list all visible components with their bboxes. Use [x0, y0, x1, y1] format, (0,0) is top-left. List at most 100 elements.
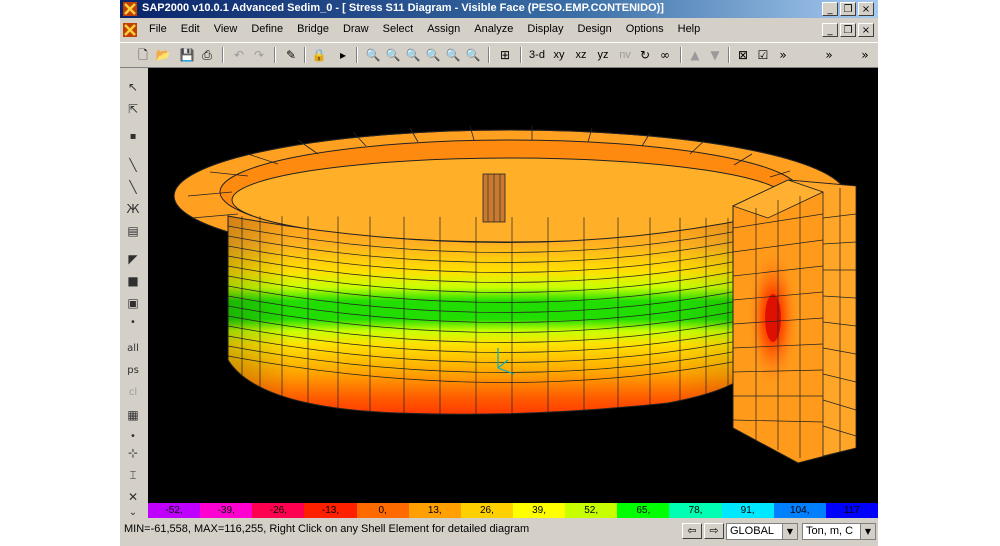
draw-poly-area-icon[interactable]: ◤: [124, 250, 142, 268]
toolbar-overflow-right-icon[interactable]: »: [820, 46, 838, 64]
next-arrow-button[interactable]: ⇨: [704, 523, 724, 539]
save-icon[interactable]: 💾: [178, 46, 196, 64]
pointer-icon[interactable]: ↖: [124, 78, 142, 96]
perspective-icon[interactable]: ∞: [656, 46, 674, 64]
stress-color-legend: -52, -39, -26, -13, 0, 13, 26, 39, 52, 65, 78, 91, 1…: [148, 503, 878, 518]
coordinate-system-value: GLOBAL: [730, 525, 775, 537]
view-nv-button[interactable]: nv: [614, 46, 636, 64]
new-file-icon[interactable]: 🗋: [134, 46, 152, 64]
reshape-pointer-icon[interactable]: ⇱: [124, 100, 142, 118]
view-3d-button[interactable]: 3-d: [526, 46, 548, 64]
object-shrink-icon[interactable]: ⊠: [734, 46, 752, 64]
main-toolbar: 🗋 📂 💾 ⎙ ↶ ↷ ✎ 🔒 ▸ 🔍 🔍 🔍 🔍 🔍 🔍 ⊞ 3-d xy x…: [120, 42, 878, 68]
view-xy-button[interactable]: xy: [548, 46, 570, 64]
zoom-in-icon[interactable]: 🔍: [404, 46, 422, 64]
redo-icon[interactable]: ↷: [250, 46, 268, 64]
restore-button[interactable]: ❐: [840, 2, 856, 16]
left-toolbar: ↖ ⇱ ▪ ╲ ╲ Ж ▤ ◤ ■ ▣ • all ps cl ▦ • ⊹ ⌶ …: [120, 68, 146, 518]
chevron-down-icon[interactable]: ▼: [782, 524, 797, 539]
draw-frame-icon[interactable]: ╲: [124, 156, 142, 174]
stress-diagram-canvas: [173, 125, 857, 464]
status-bar: MIN=-61,558, MAX=116,255, Right Click on…: [120, 520, 878, 544]
legend-segment: 26,: [460, 503, 513, 518]
previous-selection-icon[interactable]: ps: [124, 362, 142, 380]
set-display-options-icon[interactable]: ☑: [754, 46, 772, 64]
legend-segment: 104,: [773, 503, 826, 518]
quick-draw-area-icon[interactable]: ▣: [124, 294, 142, 312]
legend-segment: 0,: [356, 503, 409, 518]
menu-bridge[interactable]: Bridge: [290, 23, 336, 35]
legend-segment: 78,: [669, 503, 722, 518]
legend-segment: 52,: [565, 503, 618, 518]
menu-file[interactable]: File: [142, 23, 174, 35]
menu-help[interactable]: Help: [671, 23, 708, 35]
menu-analyze[interactable]: Analyze: [467, 23, 520, 35]
draw-section-cut-icon[interactable]: ▤: [124, 222, 142, 240]
chevron-down-icon[interactable]: ▼: [860, 524, 875, 539]
menu-options[interactable]: Options: [619, 23, 671, 35]
zoom-extents-icon[interactable]: 🔍: [384, 46, 402, 64]
draw-rect-area-icon[interactable]: ■: [124, 272, 142, 290]
snap-to-points-icon[interactable]: ⊹: [124, 444, 142, 462]
menu-draw[interactable]: Draw: [336, 23, 376, 35]
pan-icon[interactable]: 🔍: [464, 46, 482, 64]
clear-selection-icon[interactable]: cl: [124, 384, 142, 402]
move-down-icon[interactable]: ▼: [706, 46, 724, 64]
refresh-view-icon[interactable]: ⊞: [496, 46, 514, 64]
rotate-view-icon[interactable]: ↻: [636, 46, 654, 64]
document-icon[interactable]: [123, 23, 137, 37]
previous-arrow-button[interactable]: ⇦: [682, 523, 702, 539]
lock-icon[interactable]: 🔒: [310, 46, 328, 64]
zoom-window-icon[interactable]: 🔍: [364, 46, 382, 64]
center-column: [482, 173, 506, 223]
draw-point-icon[interactable]: ▪: [124, 128, 142, 146]
pencil-icon[interactable]: ✎: [282, 46, 300, 64]
legend-segment: 39,: [512, 503, 566, 518]
legend-segment: -52,: [148, 503, 201, 518]
legend-segment: 117: [825, 503, 878, 518]
run-analysis-icon[interactable]: ▸: [334, 46, 352, 64]
open-folder-icon[interactable]: 📂: [154, 46, 172, 64]
undo-icon[interactable]: ↶: [230, 46, 248, 64]
zoom-out-icon[interactable]: 🔍: [424, 46, 442, 64]
menu-view[interactable]: View: [207, 23, 245, 35]
units-value: Ton, m, C: [806, 525, 854, 537]
legend-segment: 91,: [721, 503, 774, 518]
legend-segment: -39,: [200, 503, 253, 518]
menu-display[interactable]: Display: [520, 23, 570, 35]
coordinate-system-select[interactable]: GLOBAL ▼: [726, 523, 798, 540]
menu-assign[interactable]: Assign: [420, 23, 467, 35]
sap2000-window: SAP2000 v10.0.1 Advanced Sedim_0 - [ Str…: [120, 0, 878, 546]
move-up-icon[interactable]: ▲: [686, 46, 704, 64]
print-icon[interactable]: ⎙: [198, 46, 216, 64]
view-xz-button[interactable]: xz: [570, 46, 592, 64]
status-message: MIN=-61,558, MAX=116,255, Right Click on…: [124, 523, 530, 535]
legend-segment: -26,: [252, 503, 305, 518]
title-bar[interactable]: SAP2000 v10.0.1 Advanced Sedim_0 - [ Str…: [120, 0, 878, 18]
menu-edit[interactable]: Edit: [174, 23, 207, 35]
select-all-icon[interactable]: all: [124, 340, 142, 358]
draw-braces-icon[interactable]: Ж: [124, 200, 142, 218]
toolbar-scroll-icon[interactable]: •: [124, 314, 142, 332]
minimize-button[interactable]: _: [822, 2, 838, 16]
legend-segment: 65,: [617, 503, 670, 518]
close-button[interactable]: ×: [858, 2, 874, 16]
menu-select[interactable]: Select: [376, 23, 421, 35]
toolbar-overflow-icon[interactable]: »: [774, 46, 792, 64]
model-viewport[interactable]: [148, 68, 878, 503]
intersecting-line-select-icon[interactable]: ▦: [124, 406, 142, 424]
menu-design[interactable]: Design: [570, 23, 618, 35]
doc-minimize-button[interactable]: _: [822, 23, 838, 37]
sap-logo-icon: [123, 2, 137, 16]
doc-restore-button[interactable]: ❐: [840, 23, 856, 37]
doc-close-button[interactable]: ×: [858, 23, 874, 37]
snap-to-middle-icon[interactable]: ⌶: [124, 466, 142, 484]
toolbar-overflow-far-icon[interactable]: »: [856, 46, 874, 64]
quick-draw-frame-icon[interactable]: ╲: [124, 178, 142, 196]
menu-define[interactable]: Define: [244, 23, 290, 35]
legend-segment: -13,: [304, 503, 357, 518]
zoom-previous-icon[interactable]: 🔍: [444, 46, 462, 64]
view-yz-button[interactable]: yz: [592, 46, 614, 64]
window-title: SAP2000 v10.0.1 Advanced Sedim_0 - [ Str…: [142, 2, 664, 14]
units-select[interactable]: Ton, m, C ▼: [802, 523, 876, 540]
